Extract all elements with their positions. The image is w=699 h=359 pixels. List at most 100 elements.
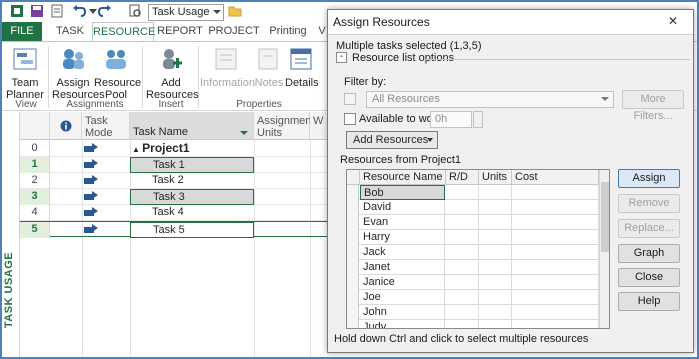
row-selector[interactable] bbox=[347, 245, 359, 260]
filter-by-checkbox[interactable] bbox=[344, 93, 356, 105]
rd-cell[interactable] bbox=[446, 185, 479, 200]
rd-cell[interactable] bbox=[446, 275, 479, 290]
cost-cell[interactable] bbox=[512, 290, 599, 305]
rd-cell[interactable] bbox=[446, 290, 479, 305]
information-button[interactable]: Information bbox=[200, 46, 255, 89]
cost-cell[interactable] bbox=[512, 185, 599, 200]
resource-row[interactable]: Janet bbox=[347, 260, 599, 275]
units-cell[interactable] bbox=[479, 245, 512, 260]
details-button[interactable]: Details bbox=[285, 46, 319, 89]
tab-resource[interactable]: RESOURCE bbox=[92, 22, 155, 42]
team-planner-button[interactable]: Team Planner bbox=[6, 46, 44, 101]
graph-button[interactable]: Graph bbox=[618, 244, 680, 263]
task-mode-header[interactable]: Task Mode bbox=[82, 112, 130, 140]
tab-report[interactable]: REPORT bbox=[156, 22, 204, 42]
column-header-cost[interactable]: Cost bbox=[512, 170, 599, 185]
units-cell[interactable] bbox=[479, 305, 512, 320]
units-cell[interactable] bbox=[479, 320, 512, 328]
units-cell[interactable] bbox=[479, 290, 512, 305]
units-cell[interactable] bbox=[479, 185, 512, 200]
cost-cell[interactable] bbox=[512, 305, 599, 320]
resource-row[interactable]: Evan bbox=[347, 215, 599, 230]
collapse-icon[interactable]: - bbox=[336, 52, 347, 63]
tab-printing[interactable]: Printing bbox=[264, 22, 312, 42]
resource-name-cell[interactable]: Jack bbox=[360, 245, 445, 260]
resource-row[interactable]: Bob bbox=[347, 185, 599, 200]
task-name-cell[interactable]: Task 3 bbox=[130, 189, 254, 205]
print-preview-icon[interactable] bbox=[128, 4, 142, 18]
units-cell[interactable] bbox=[479, 230, 512, 245]
task-name-cell[interactable]: Task 2 bbox=[130, 173, 254, 189]
tab-task[interactable]: TASK bbox=[50, 22, 90, 42]
table-row[interactable]: 0 ▲ Project1 bbox=[20, 141, 328, 157]
task-name-cell[interactable]: ▲ Project1 bbox=[130, 141, 254, 157]
table-row[interactable]: 4 Task 4 bbox=[20, 205, 328, 221]
assign-resources-button[interactable]: Assign Resources bbox=[52, 46, 105, 101]
cost-cell[interactable] bbox=[512, 320, 599, 328]
add-resources-ribbon-button[interactable]: Add Resources bbox=[146, 46, 199, 101]
cost-cell[interactable] bbox=[512, 260, 599, 275]
cost-cell[interactable] bbox=[512, 215, 599, 230]
work-header[interactable]: W bbox=[310, 112, 328, 140]
resource-name-cell[interactable]: Harry bbox=[360, 230, 445, 245]
cost-cell[interactable] bbox=[512, 230, 599, 245]
tab-file[interactable]: FILE bbox=[2, 22, 42, 42]
tab-project[interactable]: PROJECT bbox=[208, 22, 260, 42]
resource-row[interactable]: John bbox=[347, 305, 599, 320]
resource-list-options-label[interactable]: Resource list options bbox=[352, 52, 454, 64]
task-name-cell[interactable]: Task 1 bbox=[130, 157, 254, 173]
resource-row[interactable]: Janice bbox=[347, 275, 599, 290]
column-header-units[interactable]: Units bbox=[479, 170, 512, 185]
column-header-resource-name[interactable]: Resource Name bbox=[360, 170, 446, 185]
rd-cell[interactable] bbox=[446, 200, 479, 215]
assignment-units-header[interactable]: Assignmen Units bbox=[254, 112, 311, 140]
resource-pool-button[interactable]: Resource Pool bbox=[94, 46, 141, 101]
resource-name-cell[interactable]: Judy bbox=[360, 320, 445, 328]
row-selector[interactable] bbox=[347, 305, 359, 320]
resource-name-cell[interactable]: Joe bbox=[360, 290, 445, 305]
view-dropdown[interactable]: Task Usage bbox=[148, 4, 224, 21]
row-selector[interactable] bbox=[347, 215, 359, 230]
table-row[interactable]: 5 Task 5 bbox=[20, 221, 328, 238]
rd-cell[interactable] bbox=[446, 215, 479, 230]
column-header-rd[interactable]: R/D bbox=[446, 170, 479, 185]
add-resources-button[interactable]: Add Resources bbox=[346, 131, 438, 149]
task-name-header[interactable]: Task Name bbox=[130, 112, 254, 140]
row-selector[interactable] bbox=[347, 230, 359, 245]
task-name-cell[interactable]: Task 5 bbox=[130, 222, 254, 238]
row-selector[interactable] bbox=[347, 320, 359, 328]
units-cell[interactable] bbox=[479, 275, 512, 290]
available-to-work-checkbox[interactable] bbox=[344, 113, 356, 125]
folder-icon[interactable] bbox=[228, 4, 242, 18]
filter-arrow-icon[interactable] bbox=[240, 131, 248, 135]
cost-cell[interactable] bbox=[512, 200, 599, 215]
rd-cell[interactable] bbox=[446, 320, 479, 328]
resource-name-cell[interactable]: Janice bbox=[360, 275, 445, 290]
resource-name-cell[interactable]: Janet bbox=[360, 260, 445, 275]
row-selector[interactable] bbox=[347, 260, 359, 275]
row-selector[interactable] bbox=[347, 275, 359, 290]
save-icon[interactable] bbox=[30, 4, 44, 18]
help-button[interactable]: Help bbox=[618, 292, 680, 311]
rd-cell[interactable] bbox=[446, 245, 479, 260]
units-cell[interactable] bbox=[479, 260, 512, 275]
resource-name-cell[interactable]: David bbox=[360, 200, 445, 215]
rd-cell[interactable] bbox=[446, 260, 479, 275]
remove-button[interactable]: Remove bbox=[618, 194, 680, 213]
close-button[interactable]: Close bbox=[618, 268, 680, 287]
assign-button[interactable]: Assign bbox=[618, 169, 680, 188]
resource-row[interactable]: Jack bbox=[347, 245, 599, 260]
units-cell[interactable] bbox=[479, 215, 512, 230]
table-row[interactable]: 3 Task 3 bbox=[20, 189, 328, 205]
table-row[interactable]: 2 Task 2 bbox=[20, 173, 328, 189]
scrollbar-thumb[interactable] bbox=[601, 182, 609, 252]
vertical-scrollbar[interactable] bbox=[599, 170, 609, 328]
close-icon[interactable]: ✕ bbox=[659, 14, 687, 30]
resource-row[interactable]: Harry bbox=[347, 230, 599, 245]
filter-select[interactable]: All Resources bbox=[366, 91, 614, 108]
hours-input[interactable]: 0h bbox=[430, 111, 472, 128]
resource-row[interactable]: David bbox=[347, 200, 599, 215]
row-selector[interactable] bbox=[347, 290, 359, 305]
table-row[interactable]: 1 Task 1 bbox=[20, 157, 328, 173]
cost-cell[interactable] bbox=[512, 245, 599, 260]
